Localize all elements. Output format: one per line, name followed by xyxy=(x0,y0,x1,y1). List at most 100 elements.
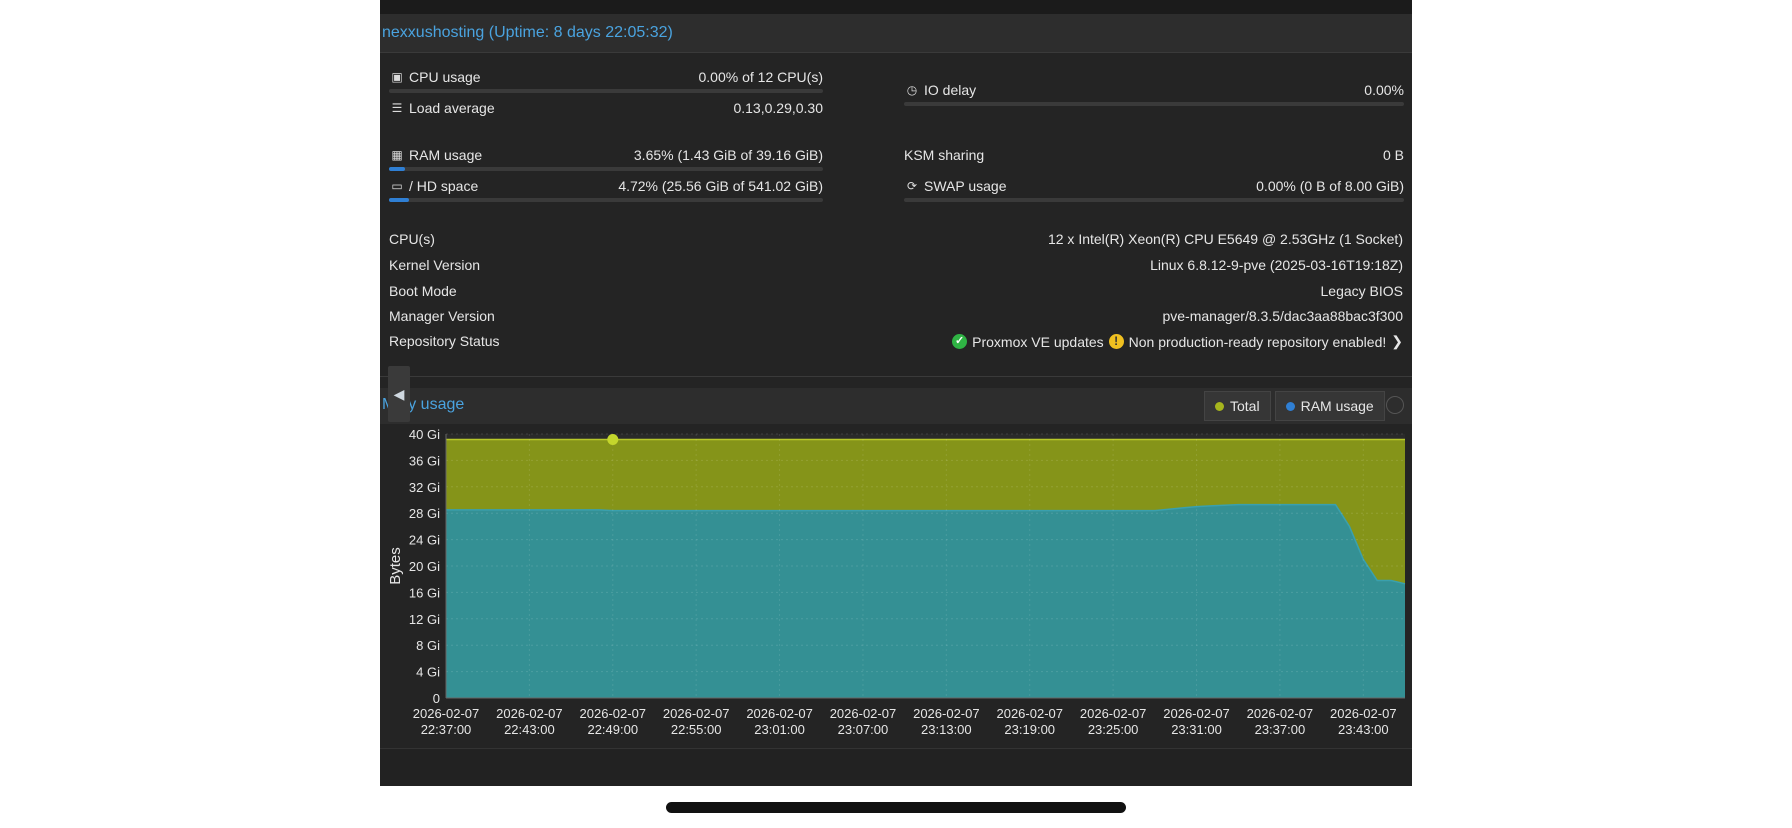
top-toolbar-strip xyxy=(380,0,1412,14)
swap-usage-label: SWAP usage xyxy=(924,178,1007,194)
y-tick-label: 0 xyxy=(433,691,440,706)
series-area-ram-usage xyxy=(446,504,1405,698)
x-tick-label-date: 2026-02-07 xyxy=(1163,706,1230,721)
repo-ok-text: Proxmox VE updates xyxy=(972,333,1104,350)
info-key: Repository Status xyxy=(389,333,500,349)
collapse-sidebar-button[interactable]: ◀ xyxy=(388,366,410,422)
io-delay-bar xyxy=(904,102,1404,106)
x-tick-label-date: 2026-02-07 xyxy=(830,706,897,721)
legend-item-ram-usage[interactable]: RAM usage xyxy=(1274,391,1385,421)
legend-label-ram-usage: RAM usage xyxy=(1300,398,1374,414)
series-marker-total xyxy=(607,434,619,446)
chart-options-icon[interactable] xyxy=(1386,396,1404,414)
y-tick-label: 4 Gi xyxy=(416,665,440,680)
swap-usage-bar xyxy=(904,198,1404,202)
refresh-icon: ⟳ xyxy=(906,179,918,193)
x-tick-label-date: 2026-02-07 xyxy=(413,706,480,721)
node-summary-panel: nexxushosting (Uptime: 8 days 22:05:32) … xyxy=(380,0,1412,786)
info-row-repository-status: Repository Status ✓ Proxmox VE updates !… xyxy=(389,333,1403,355)
clock-icon: ◷ xyxy=(906,83,918,97)
io-delay-metric: ◷ IO delay 0.00% xyxy=(904,82,1404,112)
y-tick-label: 28 Gi xyxy=(409,506,440,521)
chevron-right-icon: ❯ xyxy=(1391,333,1403,349)
legend-item-total[interactable]: Total xyxy=(1204,391,1271,421)
info-value: Legacy BIOS xyxy=(1320,283,1404,299)
x-tick-label-date: 2026-02-07 xyxy=(1247,706,1314,721)
y-tick-label: 32 Gi xyxy=(409,480,440,495)
info-key: CPU(s) xyxy=(389,231,435,247)
info-key: Manager Version xyxy=(389,308,495,324)
y-tick-label: 40 Gi xyxy=(409,427,440,442)
x-tick-label-time: 22:49:00 xyxy=(587,722,638,737)
home-indicator xyxy=(666,802,1126,813)
swap-usage-metric: ⟳ SWAP usage 0.00% (0 B of 8.00 GiB) xyxy=(904,178,1404,208)
ram-usage-label: RAM usage xyxy=(409,147,483,163)
hd-space-bar-fill xyxy=(389,198,410,202)
load-average-value: 0.13,0.29,0.30 xyxy=(733,100,823,116)
cpu-usage-bar xyxy=(389,89,823,93)
warning-icon: ! xyxy=(1108,334,1124,349)
x-tick-label-time: 23:31:00 xyxy=(1171,722,1222,737)
x-tick-label-time: 23:25:00 xyxy=(1088,722,1139,737)
ram-usage-value: 3.65% (1.43 GiB of 39.16 GiB) xyxy=(633,147,823,163)
swap-usage-value: 0.00% (0 B of 8.00 GiB) xyxy=(1256,178,1404,194)
info-value: Linux 6.8.12-9-pve (2025-03-16T19:18Z) xyxy=(1150,257,1403,273)
node-summary-header: nexxushosting (Uptime: 8 days 22:05:32) xyxy=(380,14,1412,53)
y-tick-label: 12 Gi xyxy=(409,612,440,627)
x-tick-label-date: 2026-02-07 xyxy=(663,706,730,721)
chart-legend: Total RAM usage xyxy=(1204,391,1385,421)
legend-dot-total xyxy=(1215,401,1224,411)
x-tick-label-date: 2026-02-07 xyxy=(746,706,813,721)
panel-footer xyxy=(380,748,1412,786)
cpu-usage-metric: ▣ CPU usage 0.00% of 12 CPU(s) xyxy=(389,69,823,99)
x-tick-label-time: 23:01:00 xyxy=(754,722,805,737)
memory-usage-chart: 0 4 Gi 8 Gi 12 Gi 16 Gi 20 Gi 24 Gi 28 Gi 32 Gi 3… xyxy=(380,424,1412,748)
ram-usage-bar xyxy=(389,167,823,171)
hd-space-label: / HD space xyxy=(409,178,479,194)
ksm-sharing-label: KSM sharing xyxy=(904,147,985,163)
y-tick-label: 36 Gi xyxy=(409,453,440,468)
io-delay-label: IO delay xyxy=(924,82,977,98)
info-key: Boot Mode xyxy=(389,283,457,299)
y-axis-label: Bytes xyxy=(387,547,404,585)
ram-usage-metric: ▦ RAM usage 3.65% (1.43 GiB of 39.16 GiB) xyxy=(389,147,823,177)
x-tick-label-time: 22:43:00 xyxy=(504,722,555,737)
x-tick-label-date: 2026-02-07 xyxy=(580,706,647,721)
legend-label-total: Total xyxy=(1230,398,1260,414)
info-key: Kernel Version xyxy=(389,257,481,273)
x-tick-label-time: 23:13:00 xyxy=(921,722,972,737)
ksm-sharing-value: 0 B xyxy=(1382,147,1404,163)
load-average-metric: ☰ Load average 0.13,0.29,0.30 xyxy=(389,100,823,130)
info-row-manager-version: Manager Version pve-manager/8.3.5/dac3aa… xyxy=(389,308,1403,330)
info-row-kernel: Kernel Version Linux 6.8.12-9-pve (2025-… xyxy=(389,257,1403,279)
hd-space-value: 4.72% (25.56 GiB of 541.02 GiB) xyxy=(618,178,823,194)
memory-icon: ▦ xyxy=(391,148,403,162)
repo-warn-text: Non production-ready repository enabled! xyxy=(1128,333,1387,350)
ram-usage-bar-fill xyxy=(389,167,405,171)
section-divider xyxy=(380,376,1412,377)
info-row-boot-mode: Boot Mode Legacy BIOS xyxy=(389,283,1403,305)
info-row-cpus: CPU(s) 12 x Intel(R) Xeon(R) CPU E5649 @… xyxy=(389,231,1403,253)
x-tick-label-time: 23:43:00 xyxy=(1338,722,1389,737)
info-value: pve-manager/8.3.5/dac3aa88bac3f300 xyxy=(1162,308,1403,324)
cpu-usage-value: 0.00% of 12 CPU(s) xyxy=(698,69,824,85)
x-tick-label-time: 22:37:00 xyxy=(421,722,472,737)
cpu-usage-label: CPU usage xyxy=(409,69,481,85)
hdd-icon: ▭ xyxy=(391,179,403,193)
ksm-sharing-metric: KSM sharing 0 B xyxy=(904,147,1404,177)
x-tick-label-time: 23:19:00 xyxy=(1004,722,1055,737)
node-title: nexxushosting (Uptime: 8 days 22:05:32) xyxy=(382,24,673,41)
info-value: 12 x Intel(R) Xeon(R) CPU E5649 @ 2.53GH… xyxy=(1047,231,1403,247)
x-tick-label-date: 2026-02-07 xyxy=(996,706,1063,721)
legend-dot-ram-usage xyxy=(1285,401,1295,411)
repository-status-link[interactable]: ✓ Proxmox VE updates ! Non production-re… xyxy=(952,333,1403,350)
hd-space-metric: ▭ / HD space 4.72% (25.56 GiB of 541.02 G… xyxy=(389,178,823,208)
hd-space-bar xyxy=(389,198,823,202)
y-tick-label: 16 Gi xyxy=(409,585,440,600)
y-tick-label: 24 Gi xyxy=(409,533,440,548)
x-tick-label-date: 2026-02-07 xyxy=(1080,706,1147,721)
x-tick-label-time: 22:55:00 xyxy=(671,722,722,737)
load-average-label: Load average xyxy=(409,100,495,116)
x-tick-label-date: 2026-02-07 xyxy=(496,706,563,721)
check-circle-icon: ✓ xyxy=(952,334,968,349)
